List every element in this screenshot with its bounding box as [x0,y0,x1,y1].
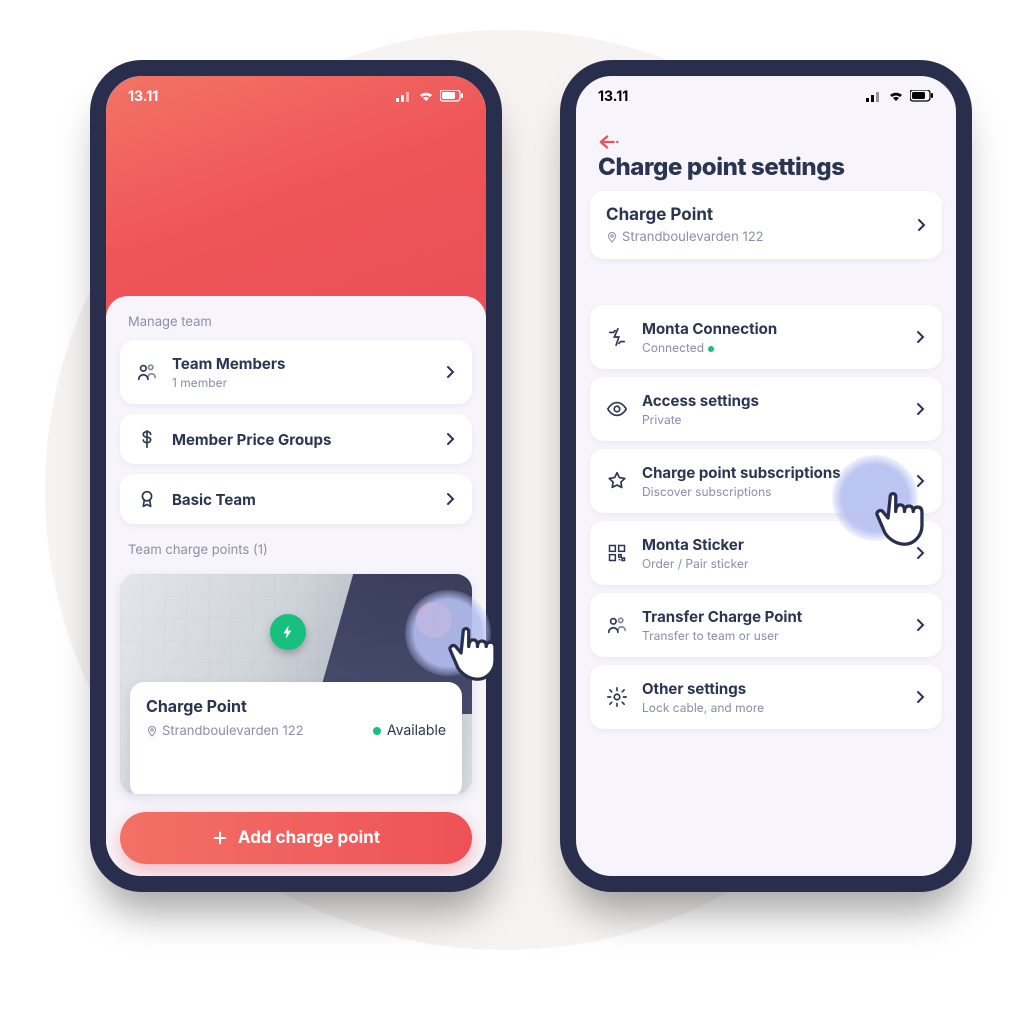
add-button-label: Add charge point [238,828,380,848]
qr-icon [606,543,628,563]
chevron-right-icon [914,546,926,560]
charge-point-name: Charge Point [146,696,446,716]
row-title: Charge point subscriptions [642,463,900,482]
monta-connection-row[interactable]: Monta Connection Connected [590,305,942,369]
manage-team-label: Manage team [106,296,486,340]
chevron-right-icon [916,218,926,232]
team-members-title: Team Members [172,354,430,373]
row-sub: Private [642,412,900,427]
badge-icon [136,488,158,510]
subscriptions-row[interactable]: Charge point subscriptions Discover subs… [590,449,942,513]
status-dot-icon [373,727,381,735]
battery-icon [910,90,934,102]
status-time: 13.11 [598,88,628,105]
people-icon [606,614,628,636]
access-settings-row[interactable]: Access settings Private [590,377,942,441]
status-bar: 13.11 [576,76,956,116]
status-dot-icon [708,346,714,352]
chevron-right-icon [444,492,456,506]
charge-point-address: Strandboulevarden 122 [622,229,764,245]
page-title: Charge point settings [576,152,956,191]
add-charge-point-button[interactable]: Add charge point [120,812,472,864]
other-settings-row[interactable]: Other settings Lock cable, and more [590,665,942,729]
star-icon [606,470,628,492]
chevron-right-icon [914,330,926,344]
charge-point-header-card[interactable]: Charge Point Strandboulevarden 122 [590,191,942,259]
chevron-right-icon [914,690,926,704]
map-pin-available [270,614,306,650]
team-members-card[interactable]: Team Members 1 member [120,340,472,404]
bolt-icon [280,624,296,640]
signal-icon [866,91,882,102]
status-bar: 13.11 [106,76,486,116]
phone-friends: 13.11 Friends Team wallet Manage team [90,60,502,892]
row-title: Access settings [642,391,900,410]
row-sub: Transfer to team or user [642,628,900,643]
basic-team-card[interactable]: Basic Team [120,474,472,524]
chevron-right-icon [914,474,926,488]
phone-settings: 13.11 Charge point settings Charge Point… [560,60,972,892]
gear-icon [606,686,628,708]
monta-sticker-row[interactable]: Monta Sticker Order / Pair sticker [590,521,942,585]
price-groups-title: Member Price Groups [172,430,430,449]
row-sub: Connected [642,340,900,355]
row-title: Monta Connection [642,319,900,338]
map-gear-button[interactable] [416,602,452,638]
row-title: Transfer Charge Point [642,607,900,626]
row-title: Monta Sticker [642,535,900,554]
transfer-row[interactable]: Transfer Charge Point Transfer to team o… [590,593,942,657]
chevron-right-icon [444,432,456,446]
row-sub: Lock cable, and more [642,700,900,715]
battery-icon [440,90,464,102]
eye-icon [606,398,628,420]
chevron-right-icon [444,365,456,379]
status-icons [396,90,464,102]
connection-icon [606,326,628,348]
signal-icon [396,91,412,102]
gear-icon [425,611,443,629]
charge-point-status: Available [387,722,446,739]
row-sub: Order / Pair sticker [642,556,900,571]
basic-team-title: Basic Team [172,490,430,509]
dollar-icon [136,428,158,450]
charge-points-label: Team charge points (1) [106,524,486,568]
charge-point-name: Charge Point [606,205,926,225]
people-icon [136,361,158,383]
plus-icon [212,830,228,846]
status-time: 13.11 [128,88,158,105]
charge-point-address: Strandboulevarden 122 [162,723,304,739]
charge-point-card[interactable]: Charge Point Strandboulevarden 122 Avail… [120,574,472,794]
chevron-right-icon [914,618,926,632]
wifi-icon [418,90,434,102]
team-members-sub: 1 member [172,375,430,390]
wifi-icon [888,90,904,102]
charge-point-info: Charge Point Strandboulevarden 122 Avail… [130,682,462,794]
location-icon [146,724,158,738]
location-icon [606,230,618,244]
price-groups-card[interactable]: Member Price Groups [120,414,472,464]
row-sub: Discover subscriptions [642,484,900,499]
back-arrow-icon[interactable] [598,134,620,150]
row-title: Other settings [642,679,900,698]
status-icons [866,90,934,102]
chevron-right-icon [914,402,926,416]
